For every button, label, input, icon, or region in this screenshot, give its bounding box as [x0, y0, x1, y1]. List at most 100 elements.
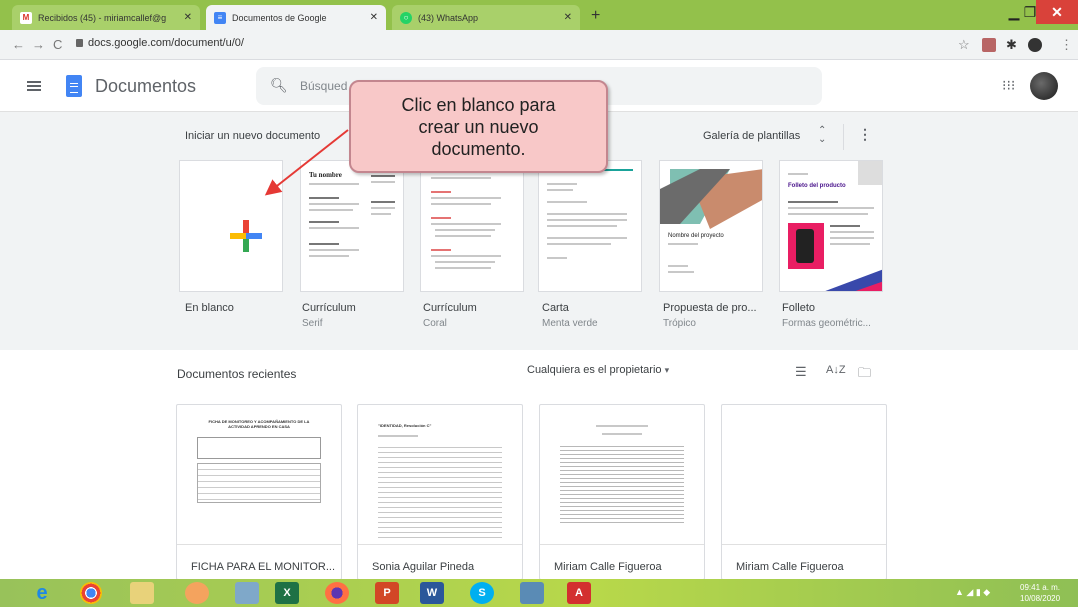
template-name: Currículum [302, 302, 356, 314]
search-input[interactable]: Búsqued [300, 79, 347, 93]
explorer-icon[interactable] [130, 582, 154, 604]
paint-icon[interactable] [185, 582, 209, 604]
close-tab-icon[interactable]: ✕ [184, 12, 192, 23]
text-line [547, 225, 617, 227]
template-resume-serif[interactable]: Tu nombre [300, 160, 404, 292]
tab-whatsapp[interactable]: ○ (43) WhatsApp ✕ [392, 5, 580, 30]
text-line [431, 223, 501, 225]
template-letter[interactable] [538, 160, 642, 292]
docs-logo-icon[interactable] [66, 75, 82, 97]
table-block [197, 463, 321, 503]
window-close-button[interactable]: ✕ [1036, 0, 1078, 24]
text-line [830, 237, 874, 239]
folder-icon[interactable]: 🗀︎ [858, 364, 871, 386]
extensions-puzzle-icon[interactable]: ✱ [1006, 37, 1017, 53]
text-line [668, 271, 694, 273]
geometric-shape [825, 269, 882, 291]
app-title[interactable]: Documentos [95, 76, 196, 97]
text-line [788, 201, 838, 203]
search-icon[interactable]: 🔍︎ [270, 77, 288, 94]
text-line [547, 243, 611, 245]
back-icon[interactable]: ← [12, 37, 25, 52]
annotation-callout: Clic en blanco para crear un nuevo docum… [349, 80, 608, 173]
star-icon[interactable]: ☆ [958, 37, 970, 53]
close-tab-icon[interactable]: ✕ [564, 12, 572, 23]
more-options-icon[interactable]: ⋮ [858, 126, 872, 143]
avatar[interactable] [1030, 72, 1058, 100]
list-view-icon[interactable]: ☰ [795, 364, 807, 380]
tab-title: (43) WhatsApp [418, 12, 479, 23]
doc-name: Sonia Aguilar Pineda [372, 561, 475, 573]
text-line [435, 267, 491, 269]
recent-doc-card[interactable]: Miriam Calle Figueroa [539, 404, 705, 580]
excel-icon[interactable]: X [275, 582, 299, 604]
dropdown-arrow-icon: ▾ [664, 365, 670, 375]
text-line [309, 221, 339, 223]
template-subtitle: Formas geométric... [782, 318, 871, 329]
doc-heading: FICHA DE MONITOREO Y ACOMPAÑAMIENTO DE L… [208, 419, 310, 429]
text-line [431, 197, 501, 199]
plus-icon-bar [230, 233, 262, 239]
skype-icon[interactable]: S [470, 582, 494, 604]
doc-preview: FICHA DE MONITOREO Y ACOMPAÑAMIENTO DE L… [177, 405, 341, 545]
acrobat-icon[interactable]: A [567, 582, 591, 604]
template-gallery-button[interactable]: Galería de plantillas [703, 130, 800, 142]
owner-filter-dropdown[interactable]: Cualquiera es el propietario ▾ [527, 364, 669, 376]
firefox-icon[interactable] [325, 582, 349, 604]
apps-grid-icon[interactable]: ⁝⁝⁝ [1002, 78, 1016, 92]
tab-gmail[interactable]: M Recibidos (45) - miriamcallef@g ✕ [12, 5, 200, 30]
callout-line: Clic en blanco para [401, 95, 556, 115]
system-tray-icons[interactable]: ▲ ◢ ▮ ◆ [955, 587, 990, 598]
text-line [309, 209, 353, 211]
profile-icon[interactable] [1028, 38, 1042, 52]
template-subtitle: Menta verde [542, 318, 598, 329]
text-line [602, 433, 642, 435]
url-field[interactable]: docs.google.com/document/u/0/ [88, 37, 244, 49]
expand-collapse-icon[interactable]: ⌃ ⌄ [818, 126, 826, 145]
template-subtitle: Coral [423, 318, 447, 329]
reload-icon[interactable]: C [53, 37, 62, 52]
template-subtitle: Trópico [663, 318, 696, 329]
text-line [596, 425, 648, 427]
text-line [309, 227, 359, 229]
ie-icon[interactable]: e [30, 582, 54, 604]
recent-doc-card[interactable]: FICHA DE MONITOREO Y ACOMPAÑAMIENTO DE L… [176, 404, 342, 580]
lock-icon [76, 39, 83, 47]
text-line [547, 219, 627, 221]
text-block [378, 443, 502, 539]
gmail-icon: M [20, 11, 32, 24]
notepad-icon[interactable] [235, 582, 259, 604]
tab-docs[interactable]: ≡ Documentos de Google ✕ [206, 5, 386, 30]
doc-preview [722, 405, 886, 545]
word-icon[interactable]: W [420, 582, 444, 604]
template-name: Folleto [782, 302, 816, 314]
template-project-proposal[interactable]: Nombre del proyecto [659, 160, 763, 292]
close-tab-icon[interactable]: ✕ [370, 12, 378, 23]
extension-icon[interactable] [982, 38, 996, 52]
text-line [431, 255, 501, 257]
doc-name: Miriam Calle Figueroa [554, 561, 662, 573]
text-line [788, 207, 874, 209]
text-line [788, 213, 868, 215]
chrome-icon[interactable] [80, 582, 102, 604]
recent-doc-card[interactable]: "IDENTIDAD, Resolución C" Sonia Aguilar … [357, 404, 523, 580]
text-line [830, 231, 874, 233]
template-resume-coral[interactable] [420, 160, 524, 292]
menu-dots-icon[interactable]: ⋮ [1060, 37, 1073, 53]
new-tab-button[interactable]: + [591, 7, 600, 25]
monitor-icon[interactable] [520, 582, 544, 604]
text-line [547, 257, 567, 259]
system-clock[interactable]: 09:41 a. m. 10/08/2020 [1020, 582, 1060, 604]
corner-shape [858, 161, 882, 185]
template-name: En blanco [185, 302, 234, 314]
sort-az-icon[interactable]: A↓Z [826, 364, 846, 376]
doc-preview [540, 405, 704, 545]
template-brochure[interactable]: Folleto del producto [779, 160, 883, 292]
template-blank[interactable] [179, 160, 283, 292]
main-menu-icon[interactable] [27, 81, 41, 91]
powerpoint-icon[interactable]: P [375, 582, 399, 604]
forward-icon[interactable]: → [32, 37, 45, 52]
text-line [547, 189, 573, 191]
recent-doc-card[interactable]: Miriam Calle Figueroa [721, 404, 887, 580]
text-line [431, 203, 491, 205]
